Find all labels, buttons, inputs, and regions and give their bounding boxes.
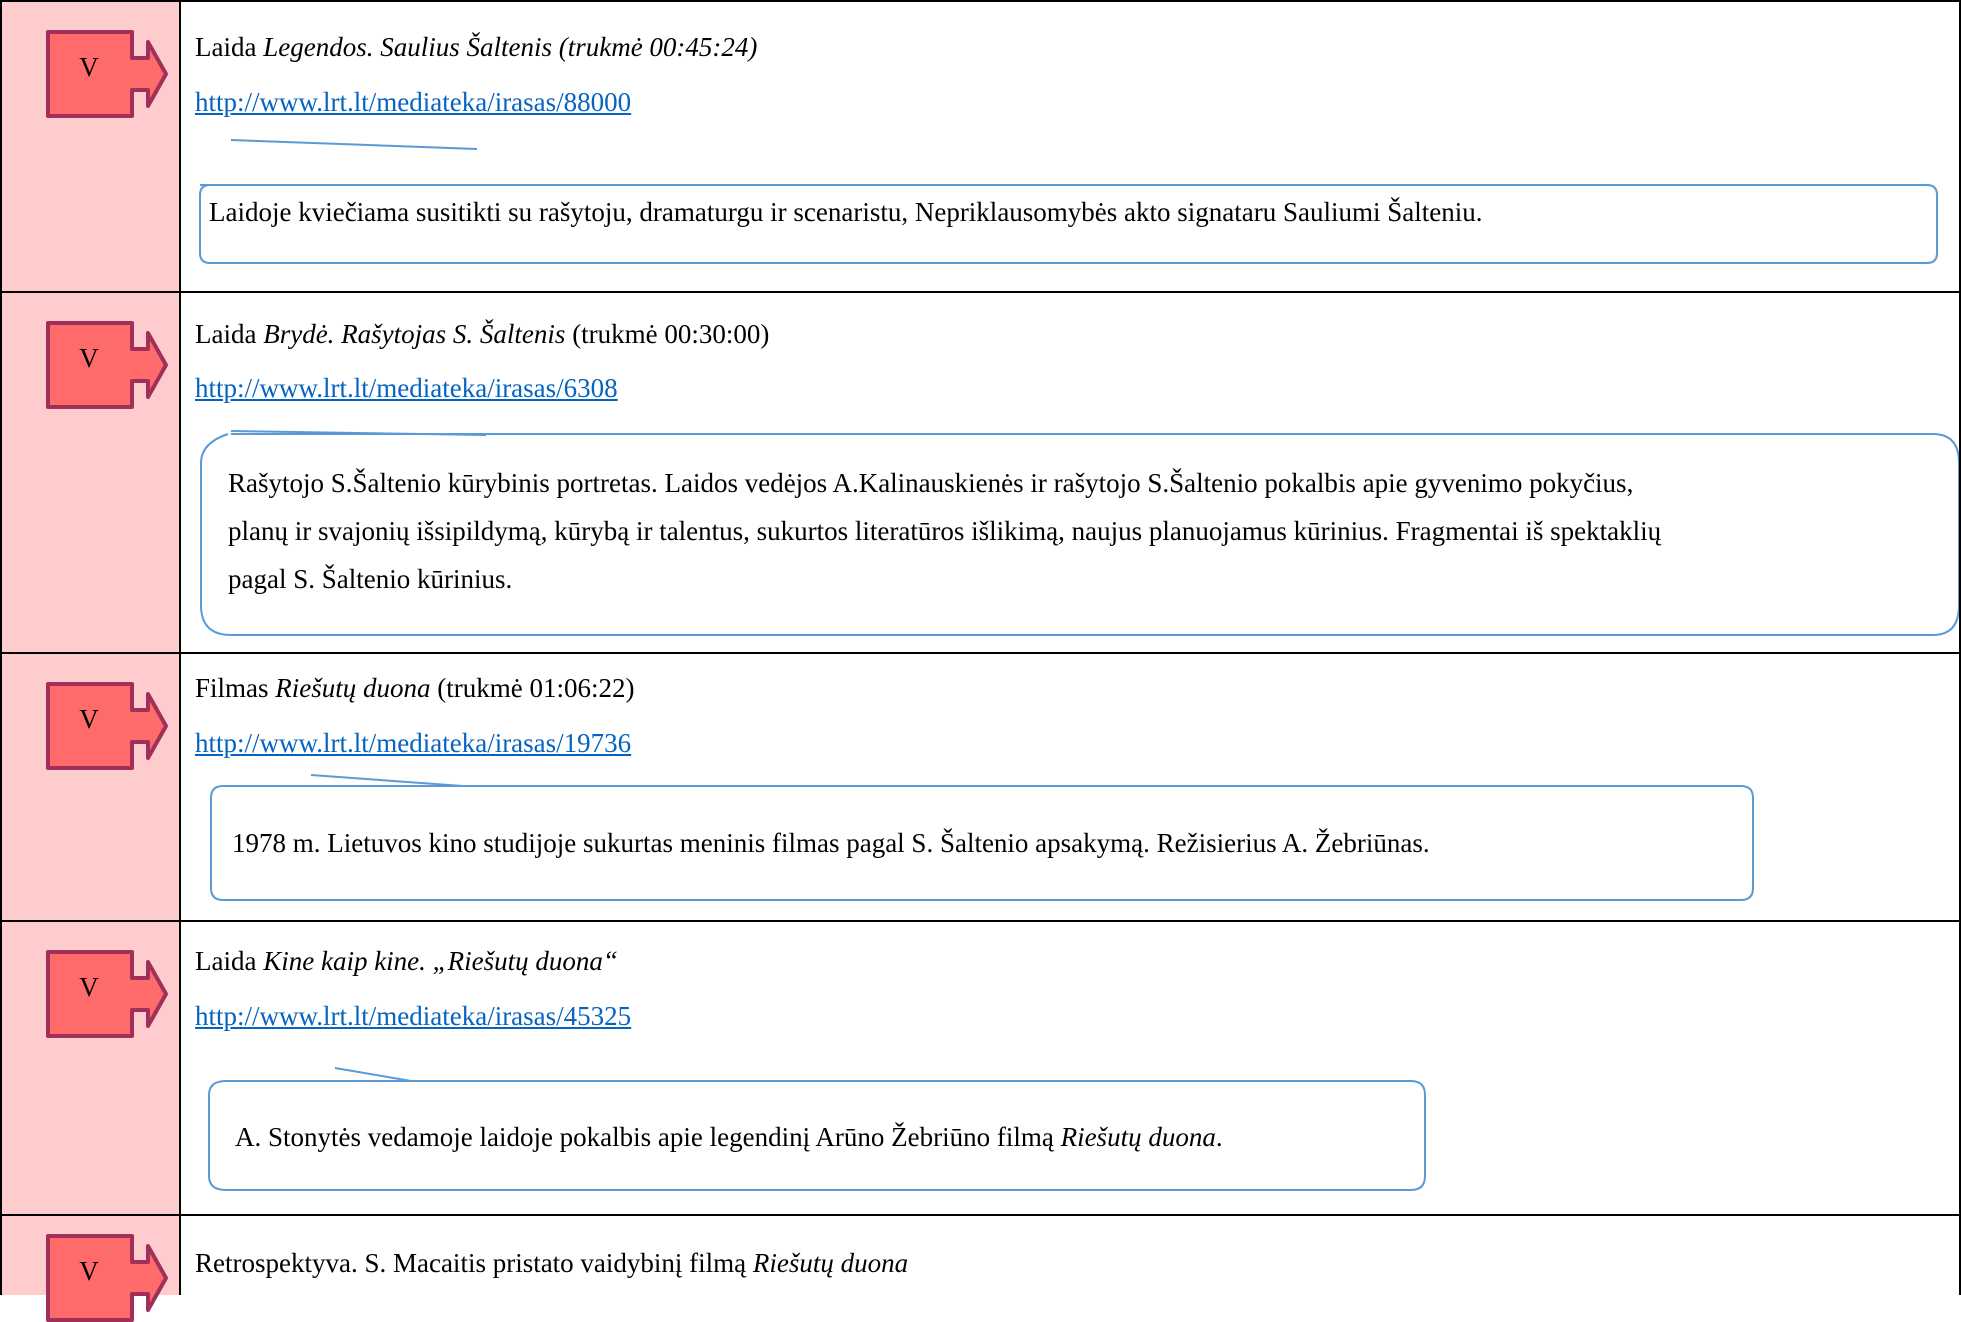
row-marker-cell: V xyxy=(0,654,181,920)
v-badge: V xyxy=(46,950,168,1038)
entry-title: Riešutų duona xyxy=(752,1248,909,1278)
table-row: V Laida Brydė. Rašytojas S. Šaltenis (tr… xyxy=(0,291,1961,652)
description-line: Rašytojo S.Šaltenio kūrybinis portretas.… xyxy=(228,468,1634,498)
table-row: V Laida Kine kaip kine. „Riešutų duona“ … xyxy=(0,920,1961,1214)
badge-letter: V xyxy=(79,343,99,373)
row-content-cell: Laida Brydė. Rašytojas S. Šaltenis (truk… xyxy=(181,293,1961,652)
badge-letter: V xyxy=(79,1256,99,1286)
row-content-cell: Filmas Riešutų duona (trukmė 01:06:22) h… xyxy=(181,654,1961,920)
v-badge: V xyxy=(46,321,168,409)
table-row: V Retrospektyva. S. Macaitis pristato va… xyxy=(0,1214,1961,1322)
description-callout: A. Stonytės vedamoje laidoje pokalbis ap… xyxy=(181,922,1961,1216)
row-marker-cell: V xyxy=(0,1216,181,1322)
description-line: planų ir svajonių išsipildymą, kūrybą ir… xyxy=(228,516,1662,546)
description-text: Laidoje kviečiama susitikti su rašytoju,… xyxy=(209,197,1483,227)
badge-letter: V xyxy=(79,972,99,1002)
description-line: pagal S. Šaltenio kūrinius. xyxy=(228,564,513,594)
row-content-cell: Laida Legendos. Saulius Šaltenis (trukmė… xyxy=(181,2,1961,291)
description-text: 1978 m. Lietuvos kino studijoje sukurtas… xyxy=(232,828,1430,858)
description-title: Riešutų duona xyxy=(1060,1122,1216,1152)
table-row: V Laida Legendos. Saulius Šaltenis (truk… xyxy=(0,0,1961,291)
entry-type: Retrospektyva. S. Macaitis pristato vaid… xyxy=(195,1248,753,1278)
table-row: V Filmas Riešutų duona (trukmė 01:06:22)… xyxy=(0,652,1961,920)
v-badge: V xyxy=(46,30,168,118)
v-badge: V xyxy=(46,682,168,770)
row-content-cell: Laida Kine kaip kine. „Riešutų duona“ ht… xyxy=(181,922,1961,1214)
description-callout: Rašytojo S.Šaltenio kūrybinis portretas.… xyxy=(181,293,1961,654)
v-badge: V xyxy=(46,1234,168,1322)
description-callout: Laidoje kviečiama susitikti su rašytoju,… xyxy=(181,2,1961,293)
row-content-cell: Retrospektyva. S. Macaitis pristato vaid… xyxy=(181,1216,1961,1295)
media-table: V Laida Legendos. Saulius Šaltenis (truk… xyxy=(0,0,1961,1322)
badge-letter: V xyxy=(79,704,99,734)
badge-letter: V xyxy=(79,52,99,82)
description-suffix: . xyxy=(1215,1122,1223,1152)
row-marker-cell: V xyxy=(0,293,181,652)
row-marker-cell: V xyxy=(0,2,181,291)
description-prefix: A. Stonytės vedamoje laidoje pokalbis ap… xyxy=(235,1122,1061,1152)
row-marker-cell: V xyxy=(0,922,181,1214)
description-callout: 1978 m. Lietuvos kino studijoje sukurtas… xyxy=(181,654,1961,922)
description-text: A. Stonytės vedamoje laidoje pokalbis ap… xyxy=(235,1113,1223,1161)
entry-title-line: Retrospektyva. S. Macaitis pristato vaid… xyxy=(195,1248,908,1279)
